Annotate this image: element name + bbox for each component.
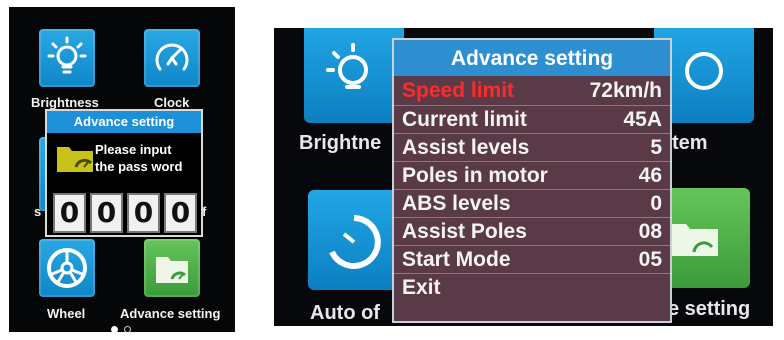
- pager-dot-inactive[interactable]: [124, 326, 131, 332]
- dialog-message-line1: Please input: [95, 142, 172, 157]
- wheel-icon: [47, 248, 87, 288]
- advance-setting-label: Advance setting: [120, 306, 221, 321]
- timer-icon: [329, 215, 381, 269]
- clock-icon: [685, 52, 723, 90]
- password-digit-4[interactable]: 0: [164, 193, 197, 233]
- password-digit-2[interactable]: 0: [90, 193, 123, 233]
- clock-tile[interactable]: [144, 29, 200, 87]
- system-label: tem: [672, 132, 708, 154]
- advance-setting-label: e setting: [668, 298, 751, 320]
- folder-gauge-icon: [57, 147, 93, 172]
- lightbulb-icon: [47, 36, 87, 74]
- menu-item-poles-in-motor[interactable]: Poles in motor 46: [394, 161, 670, 189]
- clock-label: Clock: [154, 95, 190, 110]
- menu-item-value: 08: [638, 220, 662, 243]
- pager-dot-active[interactable]: [111, 326, 118, 332]
- menu-item-value: 05: [638, 248, 662, 271]
- menu-item-exit[interactable]: Exit: [394, 273, 670, 301]
- menu-item-label: Start Mode: [402, 248, 511, 271]
- menu-item-label: ABS levels: [402, 192, 511, 215]
- brightness-label: Brightne: [299, 132, 382, 154]
- menu-item-label: Exit: [402, 276, 441, 299]
- menu-item-label: Current limit: [402, 108, 527, 131]
- menu-item-value: 72km/h: [589, 79, 662, 102]
- menu-item-value: 5: [650, 136, 662, 159]
- wheel-label: Wheel: [47, 306, 86, 321]
- menu-item-value: 46: [638, 164, 662, 187]
- menu-item-value: 0: [650, 192, 662, 215]
- auto-off-tile[interactable]: [308, 190, 400, 290]
- password-screen: Brightness Clock s f Advance setting Ple…: [9, 7, 235, 332]
- menu-item-label: Poles in motor: [402, 164, 548, 187]
- menu-item-current-limit[interactable]: Current limit 45A: [394, 105, 670, 133]
- password-digit-3[interactable]: 0: [127, 193, 160, 233]
- brightness-tile[interactable]: [304, 28, 404, 123]
- menu-item-label: Speed limit: [402, 79, 515, 102]
- partial-label-left: s: [34, 204, 42, 219]
- wheel-tile[interactable]: [39, 239, 95, 297]
- dialog-title: Advance setting: [47, 111, 201, 133]
- advance-setting-screen: Brightne tem Auto of e setting Advance s…: [274, 28, 773, 326]
- menu-item-start-mode[interactable]: Start Mode 05: [394, 245, 670, 273]
- dialog-message: Please input the pass word: [95, 141, 182, 175]
- menu-item-assist-poles[interactable]: Assist Poles 08: [394, 217, 670, 245]
- auto-off-label: Auto of: [310, 302, 380, 324]
- menu-item-label: Assist levels: [402, 136, 530, 159]
- advance-setting-tile[interactable]: [144, 239, 200, 297]
- menu-item-abs-levels[interactable]: ABS levels 0: [394, 189, 670, 217]
- folder-gauge-icon: [156, 257, 188, 283]
- brightness-label: Brightness: [31, 95, 99, 110]
- folder-gauge-icon: [672, 224, 718, 256]
- password-digit-1[interactable]: 0: [53, 193, 86, 233]
- menu-item-assist-levels[interactable]: Assist levels 5: [394, 133, 670, 161]
- brightness-tile[interactable]: [39, 29, 95, 87]
- lightbulb-icon: [326, 43, 368, 89]
- clock-icon: [155, 43, 189, 71]
- menu-title: Advance setting: [394, 40, 670, 76]
- advance-setting-menu: Advance setting Speed limit 72km/h Curre…: [392, 38, 672, 323]
- menu-item-value: 45A: [623, 108, 662, 131]
- menu-item-speed-limit[interactable]: Speed limit 72km/h: [394, 77, 670, 104]
- password-dialog: Advance setting Please input the pass wo…: [45, 109, 203, 237]
- dialog-message-line2: the pass word: [95, 159, 183, 174]
- menu-item-label: Assist Poles: [402, 220, 527, 243]
